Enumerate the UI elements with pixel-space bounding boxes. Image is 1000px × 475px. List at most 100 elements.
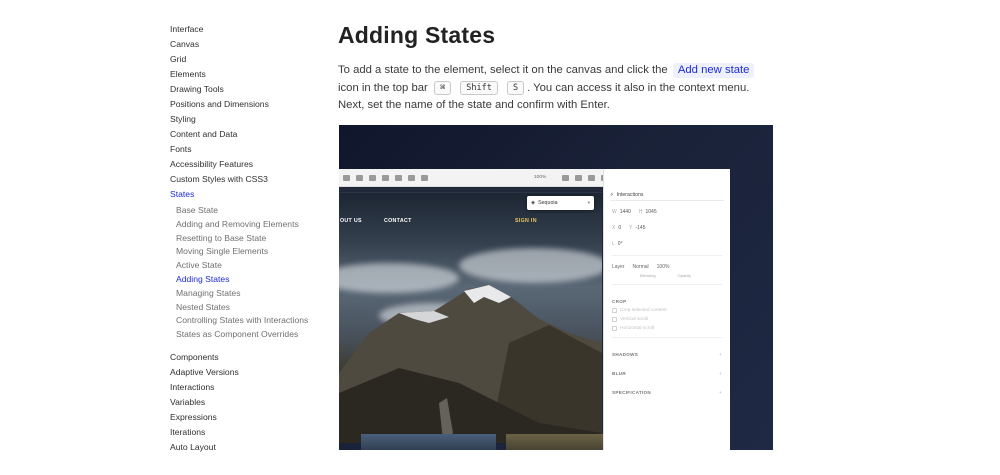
y-label: Y	[629, 225, 633, 231]
blending-caption: Blending	[640, 272, 656, 278]
sidebar-subitem-resetting-to-base-state[interactable]: Resetting to Base State	[176, 232, 330, 246]
para-text-1: To add a state to the element, select it…	[338, 64, 668, 76]
sidebar-subitem-nested-states[interactable]: Nested States	[176, 301, 330, 315]
panel-section-blur: BLUR +	[612, 371, 722, 376]
sidebar-subitem-moving-single-elements[interactable]: Moving Single Elements	[176, 245, 330, 259]
sidebar-item-components[interactable]: Components	[170, 350, 330, 365]
lightning-icon: ⚡	[610, 191, 614, 198]
sidebar-item-expressions[interactable]: Expressions	[170, 410, 330, 425]
key-cmd: ⌘	[433, 80, 452, 95]
sidebar-item-iterations[interactable]: Iterations	[170, 425, 330, 440]
sidebar-subitem-adding-states[interactable]: Adding States	[176, 273, 330, 287]
blur-section-label: BLUR	[612, 371, 626, 376]
sidebar-item-custom-styles-with-css3[interactable]: Custom Styles with CSS3	[170, 172, 330, 187]
sidebar-item-drawing-tools[interactable]: Drawing Tools	[170, 82, 330, 97]
toolbar-component-icon	[356, 174, 363, 181]
mock-thumbnail	[361, 434, 496, 450]
docs-sidebar: Interface Canvas Grid Elements Drawing Tools…	[170, 22, 330, 455]
crop-option-label: Horizontal scroll	[620, 326, 655, 331]
panel-divider	[612, 337, 722, 338]
panel-layer-row: Layer Normal 100%	[612, 262, 722, 272]
sidebar-subitem-adding-and-removing-elements[interactable]: Adding and Removing Elements	[176, 218, 330, 232]
panel-section-shadows: SHADOWS +	[612, 352, 722, 357]
toolbar-copy-icon	[408, 174, 415, 181]
x-value: 0	[618, 225, 622, 231]
crop-options-list: Crop selected content Vertical scroll Hori…	[604, 308, 730, 331]
toolbar-text-icon	[395, 174, 402, 181]
state-icon: ◈	[531, 200, 536, 206]
x-label: X	[612, 225, 616, 231]
shadows-section-label: SHADOWS	[612, 352, 639, 357]
sidebar-subitem-managing-states[interactable]: Managing States	[176, 287, 330, 301]
mountain-landscape-illustration	[339, 285, 602, 443]
panel-rotation-row: L 0°	[612, 239, 722, 249]
sidebar-item-content-and-data[interactable]: Content and Data	[170, 127, 330, 142]
rotation-value: 0°	[617, 241, 623, 247]
crop-option-label: Vertical scroll	[620, 317, 649, 322]
intro-paragraph: To add a state to the element, select it…	[338, 62, 768, 115]
chevron-down-icon: ▾	[587, 200, 590, 205]
crop-option-row: Crop selected content	[612, 308, 722, 313]
panel-tab-label: Interactions	[616, 191, 644, 198]
toolbar-grid-icon	[369, 174, 376, 181]
app-screenshot-figure: 100% OUT US CONTACT SIGN IN ◈ Sequoia ▾	[339, 125, 773, 450]
state-name-value: Sequoia	[538, 200, 558, 206]
sidebar-item-states[interactable]: States	[170, 187, 330, 202]
checkbox-icon	[612, 326, 617, 331]
specification-section-label: SPECIFICATION	[612, 390, 652, 395]
panel-divider	[612, 255, 722, 256]
h-label: H	[638, 209, 643, 215]
key-s: S	[506, 80, 525, 95]
toolbar-link-icon	[421, 174, 428, 181]
sidebar-item-interactions[interactable]: Interactions	[170, 380, 330, 395]
crop-option-row: Horizontal scroll	[612, 326, 722, 331]
w-value: 1440	[619, 209, 631, 215]
sidebar-subitem-states-as-component-overrides[interactable]: States as Component Overrides	[176, 328, 330, 342]
para-text-2: icon in the top bar	[338, 81, 428, 94]
opacity-value: 100%	[656, 264, 670, 270]
sidebar-top-group: Interface Canvas Grid Elements Drawing Tools…	[170, 22, 330, 187]
panel-section-specification: SPECIFICATION +	[612, 390, 722, 395]
sidebar-subitem-base-state[interactable]: Base State	[176, 204, 330, 218]
toolbar-zoom: 100%	[534, 175, 547, 180]
toolbar-frame-icon	[343, 174, 350, 181]
opacity-caption: Opacity	[677, 272, 692, 278]
sidebar-item-fonts[interactable]: Fonts	[170, 142, 330, 157]
sidebar-states-subnav: Base State Adding and Removing Elements Re…	[176, 204, 330, 342]
panel-layer-captions: Blending Opacity	[612, 272, 722, 278]
key-shift: Shift	[460, 80, 498, 95]
add-new-state-link[interactable]: Add new state	[672, 63, 755, 78]
blend-value: Normal	[632, 264, 649, 270]
sidebar-item-interface[interactable]: Interface	[170, 22, 330, 37]
sidebar-item-auto-layout[interactable]: Auto Layout	[170, 440, 330, 455]
page-title: Adding States	[338, 22, 496, 48]
sidebar-subitem-active-state[interactable]: Active State	[176, 259, 330, 273]
crop-option-row: Vertical scroll	[612, 317, 722, 322]
sidebar-item-accessibility-features[interactable]: Accessibility Features	[170, 157, 330, 172]
mock-thumbnail	[506, 434, 606, 450]
toolbar-device-icon	[575, 174, 583, 181]
layer-label: Layer	[612, 264, 625, 270]
sidebar-item-canvas[interactable]: Canvas	[170, 37, 330, 52]
mock-inspector-panel: ⚡ Interactions W 1440 H 1045 X0 Y -145 L 0° …	[603, 169, 730, 450]
sidebar-item-grid[interactable]: Grid	[170, 52, 330, 67]
mock-nav-about: OUT US	[340, 218, 362, 224]
panel-section-crop: CROP	[612, 299, 722, 304]
sidebar-subitem-controlling-states-with-interactions[interactable]: Controlling States with Interactions	[176, 314, 330, 328]
sidebar-item-variables[interactable]: Variables	[170, 395, 330, 410]
sidebar-item-adaptive-versions[interactable]: Adaptive Versions	[170, 365, 330, 380]
crop-section-label: CROP	[612, 299, 627, 304]
checkbox-icon	[612, 317, 617, 322]
panel-size-row: W 1440 H 1045	[612, 207, 722, 217]
sidebar-item-positions-and-dimensions[interactable]: Positions and Dimensions	[170, 97, 330, 112]
sidebar-bottom-group: Components Adaptive Versions Interactions V…	[170, 350, 330, 455]
y-value: -145	[635, 225, 646, 231]
plus-icon: +	[719, 390, 722, 395]
panel-position-row: X0 Y -145	[612, 223, 722, 233]
sidebar-item-elements[interactable]: Elements	[170, 67, 330, 82]
plus-icon: +	[719, 371, 722, 376]
state-name-dropdown: ◈ Sequoia ▾	[527, 196, 594, 210]
toolbar-play-icon	[588, 174, 596, 181]
h-value: 1045	[645, 209, 657, 215]
sidebar-item-styling[interactable]: Styling	[170, 112, 330, 127]
